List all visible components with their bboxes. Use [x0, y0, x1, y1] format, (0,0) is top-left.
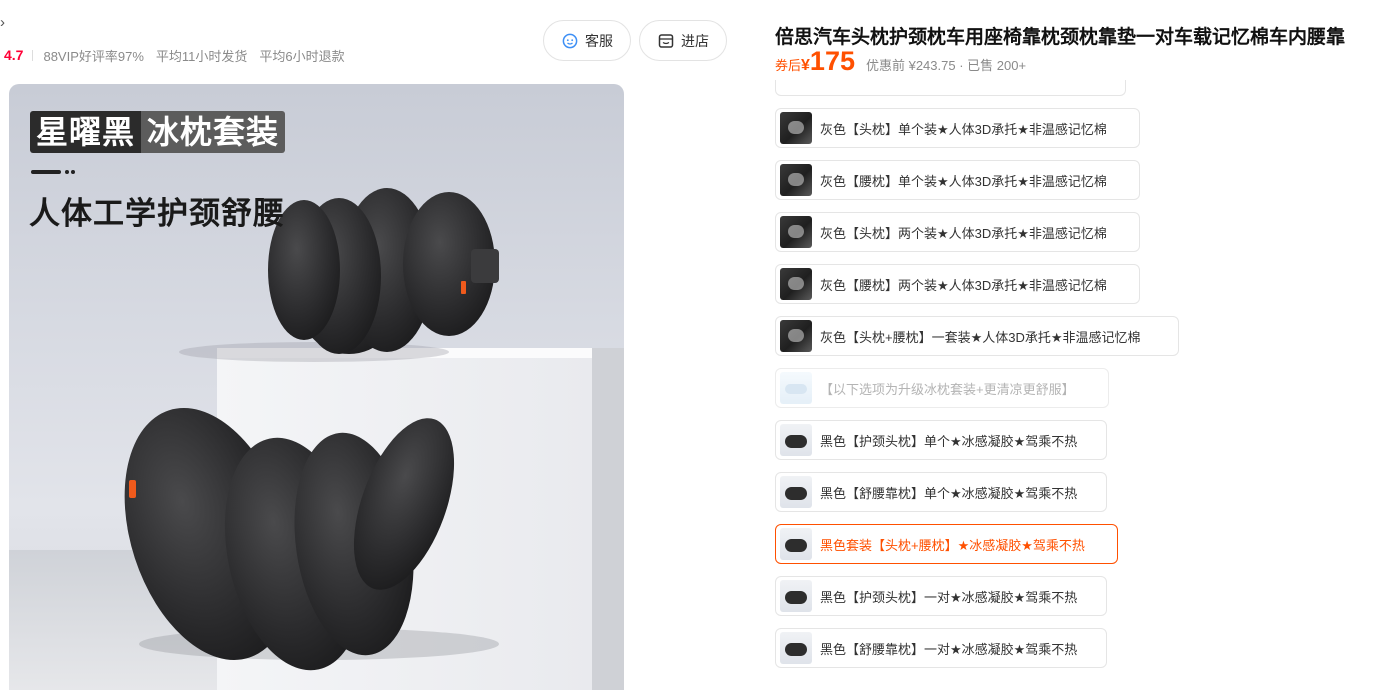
sku-option[interactable]: 黑色【护颈头枕】一对★冰感凝胶★驾乘不热 [775, 576, 1107, 616]
sku-option: 【以下选项为升级冰枕套装+更清凉更舒服】 [775, 368, 1109, 408]
enter-store-label: 进店 [681, 32, 709, 49]
sku-label: 灰色【头枕+腰枕】一套装★人体3D承托★非温感记忆棉 [820, 329, 1141, 345]
sku-label: 灰色【腰枕】单个装★人体3D承托★非温感记忆棉 [820, 173, 1107, 189]
product-main-image[interactable]: 星曜黑 冰枕套装 人体工学护颈舒腰 [9, 84, 624, 690]
hero-tag-set: 冰枕套装 [141, 111, 286, 153]
sku-thumbnail [780, 164, 812, 196]
sku-thumbnail [780, 216, 812, 248]
hero-tag: 星曜黑 冰枕套装 [30, 111, 286, 153]
sku-option[interactable]: 灰色【腰枕】两个装★人体3D承托★非温感记忆棉 [775, 264, 1140, 304]
sku-thumbnail [780, 632, 812, 664]
sku-option[interactable]: 黑色【护颈头枕】单个★冰感凝胶★驾乘不热 [775, 420, 1107, 460]
shipping-time: 平均11小时发货 [155, 48, 248, 64]
hero-tag-color: 星曜黑 [30, 111, 142, 153]
sku-thumbnail [780, 424, 812, 456]
sku-label: 黑色【舒腰靠枕】一对★冰感凝胶★驾乘不热 [820, 641, 1078, 657]
customer-service-button[interactable]: 客服 [543, 20, 631, 61]
sku-option[interactable]: 灰色【头枕+腰枕】一套装★人体3D承托★非温感记忆棉 [775, 316, 1179, 356]
sku-thumbnail [780, 112, 812, 144]
hero-dash [31, 170, 61, 174]
sku-option[interactable]: 黑色【舒腰靠枕】单个★冰感凝胶★驾乘不热 [775, 472, 1107, 512]
sku-thumbnail [780, 372, 812, 404]
headset-icon [561, 32, 579, 50]
hero-dot [65, 170, 69, 174]
sku-label: 黑色【护颈头枕】一对★冰感凝胶★驾乘不热 [820, 589, 1078, 605]
divider [32, 49, 34, 61]
sku-label: 【以下选项为升级冰枕套装+更清凉更舒服】 [820, 381, 1075, 397]
coupon-price-label: 券后 [775, 58, 802, 73]
sku-label: 黑色【舒腰靠枕】单个★冰感凝胶★驾乘不热 [820, 485, 1078, 501]
sale-price: 175 [809, 46, 855, 76]
sku-label: 灰色【头枕】两个装★人体3D承托★非温感记忆棉 [820, 225, 1107, 241]
sku-label: 灰色【头枕】单个装★人体3D承托★非温感记忆棉 [820, 121, 1107, 137]
customer-service-label: 客服 [585, 32, 613, 49]
pillow-set-illustration [124, 188, 624, 690]
store-icon [657, 32, 675, 50]
enter-store-button[interactable]: 进店 [639, 20, 727, 61]
sku-option[interactable]: 灰色【头枕】单个装★人体3D承托★非温感记忆棉 [775, 108, 1140, 148]
currency-symbol: ¥ [801, 57, 810, 74]
refund-time: 平均6小时退款 [259, 48, 345, 64]
breadcrumb-back-arrow[interactable]: › [0, 14, 5, 31]
hero-headline: 人体工学护颈舒腰 [29, 196, 285, 231]
sku-option[interactable]: 灰色【腰枕】单个装★人体3D承托★非温感记忆棉 [775, 160, 1140, 200]
sku-option[interactable]: 黑色【舒腰靠枕】一对★冰感凝胶★驾乘不热 [775, 628, 1107, 668]
sku-option[interactable]: 黑色套装【头枕+腰枕】★冰感凝胶★驾乘不热 [775, 524, 1118, 564]
pre-discount-and-sales: 优惠前 ¥243.75 · 已售 200+ [865, 58, 1027, 73]
sku-thumbnail [780, 320, 812, 352]
sku-option-partial[interactable] [775, 80, 1126, 96]
store-score: 4.7 [4, 47, 24, 63]
sku-thumbnail [780, 268, 812, 300]
sku-thumbnail [780, 528, 812, 560]
sku-label: 黑色套装【头枕+腰枕】★冰感凝胶★驾乘不热 [820, 537, 1085, 553]
sku-thumbnail [780, 476, 812, 508]
product-title: 倍思汽车头枕护颈枕车用座椅靠枕颈枕靠垫一对车载记忆棉车内腰靠 [775, 27, 1346, 48]
vip-rating: 88VIP好评率97% [43, 48, 144, 64]
sku-option[interactable]: 灰色【头枕】两个装★人体3D承托★非温感记忆棉 [775, 212, 1140, 252]
sku-label: 灰色【腰枕】两个装★人体3D承托★非温感记忆棉 [820, 277, 1107, 293]
sku-label: 黑色【护颈头枕】单个★冰感凝胶★驾乘不热 [820, 433, 1078, 449]
hero-dot [71, 170, 75, 174]
store-stats: 4.7 88VIP好评率97% 平均11小时发货 平均6小时退款 [4, 46, 357, 64]
sku-thumbnail [780, 580, 812, 612]
price-row: 券后 ¥ 175 优惠前 ¥243.75 · 已售 200+ [775, 46, 1026, 76]
